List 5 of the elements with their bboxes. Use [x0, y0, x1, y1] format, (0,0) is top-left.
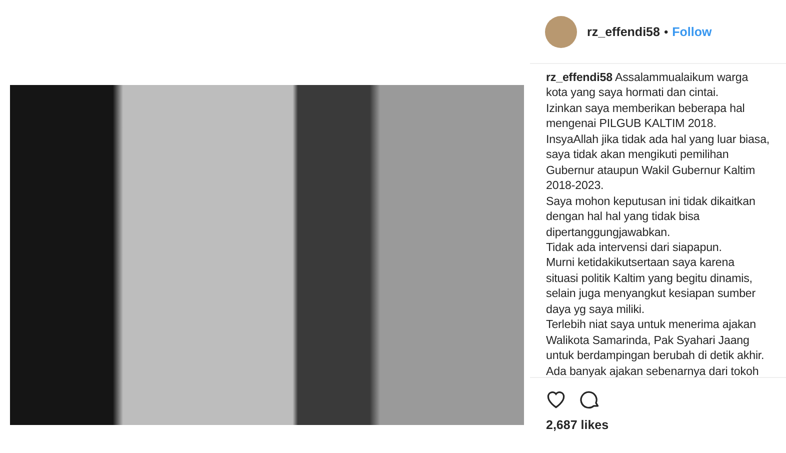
- caption-text: rz_effendi58 Assalammualaikum warga kota yang saya hormati dan cintai. Izinkan saya memberikan beberapa hal mengenai PILGUB KALTIM 2018. InsyaAllah jika tidak ada hal yang luar biasa, saya tidak akan mengikuti pemilihan Gubernur ataupun Wakil Gubernur Kaltim 2018-2023. Saya mohon keputusan ini tidak dikaitkan dengan hal hal yang tidak bisa dipertanggungjawabkan. Tidak ada intervensi dari siapapun. Murni ketidakikutsertaan saya karena situasi politik Kaltim yang begitu dinamis, selain juga menyangkut kesiapan sumber daya yg saya miliki. Terlebih niat saya untuk menerima ajakan Walikota Samarinda, Pak Syahari Jaang untuk berdampingan berubah di detik akhir. Ada banyak ajakan sebenarnya dari tokoh: [530, 64, 786, 378]
- separator-dot: •: [664, 25, 668, 39]
- username-link[interactable]: rz_effendi58: [587, 25, 660, 39]
- likes-count: 2,687 likes: [545, 417, 610, 432]
- avatar[interactable]: [545, 16, 577, 48]
